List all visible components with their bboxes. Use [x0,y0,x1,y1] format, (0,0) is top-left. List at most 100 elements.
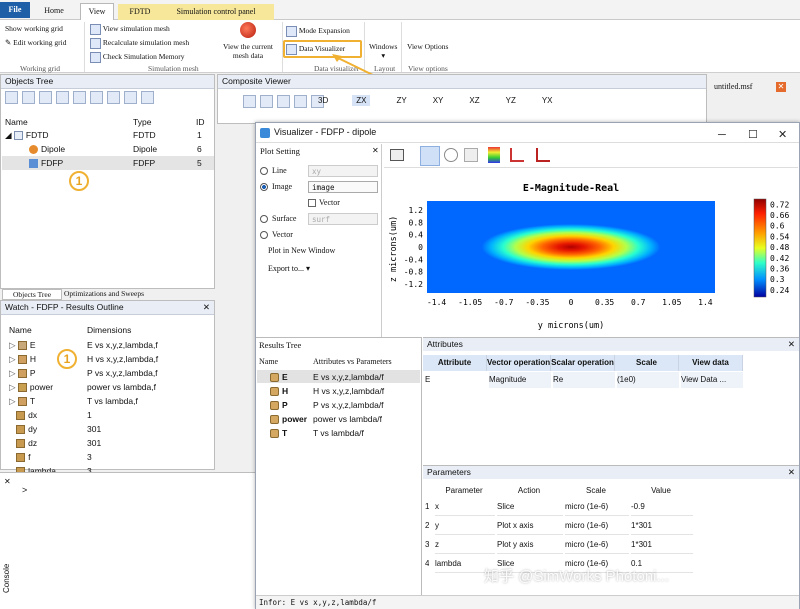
plot-in-new-window-button[interactable]: Plot in New Window [268,246,335,255]
tab-simulation-control-panel[interactable]: Simulation control panel [162,4,270,21]
fdtd-icon [13,131,23,141]
zoom-fit-icon[interactable] [294,95,307,108]
maximize-icon[interactable]: ☐ [748,126,758,145]
close-icon[interactable]: ✕ [788,338,795,351]
tab-home[interactable]: Home [38,3,70,20]
view-simulation-mesh-button[interactable]: View simulation mesh [90,24,170,35]
view-options-button[interactable]: View Options [407,42,448,51]
results-tree-title: Results Tree [259,340,302,350]
file-tab-untitled[interactable]: untitled.msf [714,82,752,91]
watch-row-7[interactable]: dz [9,437,37,450]
close-icon[interactable]: ✕ [788,466,795,479]
view-xy-button[interactable]: XY [433,96,444,105]
refresh-icon[interactable] [141,91,154,104]
watch-row-0[interactable]: ▷ E [9,339,36,352]
view-xz-button[interactable]: XZ [469,96,479,105]
radio-surface[interactable]: Surface [260,214,296,224]
tab-optimizations[interactable]: Optimizations and Sweeps [64,289,174,300]
check-simulation-memory-button[interactable]: Check Simulation Memory [90,52,185,63]
console-panel[interactable]: Console ✕ > [0,472,255,609]
watch-row-3[interactable]: ▷ power [9,381,53,394]
watch-row-4[interactable]: ▷ T [9,395,35,408]
edit-working-grid-button[interactable]: ✎ Edit working grid [5,38,67,47]
close-icon[interactable]: ✕ [776,82,786,92]
vector-checkbox[interactable]: Vector [308,198,340,208]
move-up-icon[interactable] [22,91,35,104]
filter-icon[interactable] [90,91,103,104]
zoom-in-icon[interactable] [420,146,440,166]
colorbar-tick-label: 0.54 [770,232,789,241]
tree-row-fdtd[interactable]: ◢ FDTD [5,129,213,142]
result-row-0[interactable]: E [270,371,288,384]
view-yz-button[interactable]: YZ [506,96,516,105]
print-icon[interactable] [390,149,404,161]
recalculate-mesh-button[interactable]: Recalculate simulation mesh [90,38,189,49]
param-cell[interactable]: Plot x axis [497,518,563,535]
data-cursor-icon[interactable] [510,148,524,162]
param-cell[interactable]: Plot y axis [497,537,563,554]
param-cell[interactable]: micro (1e-6) [565,499,629,516]
gear-icon[interactable] [107,91,120,104]
mode-expansion-button[interactable]: Mode Expansion [286,26,350,37]
result-row-3[interactable]: power [270,413,307,426]
attributes-panel: Attributes ✕ Attribute Vector operation Sca… [423,337,799,465]
close-icon[interactable]: ✕ [203,301,210,314]
image-select[interactable]: image [308,181,378,193]
tree-icon[interactable] [5,91,18,104]
hand-icon[interactable] [243,95,256,108]
close-icon[interactable]: ✕ [4,477,11,486]
zoom-out-icon[interactable] [277,95,290,108]
view-zx-button[interactable]: ZX [352,95,371,106]
chevron-down-icon: ◢ [5,130,14,140]
result-row-4[interactable]: T [270,427,287,440]
pointer-icon[interactable] [226,95,239,108]
attr-cell[interactable]: View Data ... [681,372,743,388]
param-cell[interactable]: 1*301 [631,537,693,554]
watch-row-dims: 1 [87,410,92,420]
param-cell[interactable]: -0.9 [631,499,693,516]
param-row-index: 3 [425,540,430,549]
watch-row-5[interactable]: dx [9,409,37,422]
view-yx-button[interactable]: YX [542,96,553,105]
watch-row-8[interactable]: f [9,451,30,464]
radio-line[interactable]: Line [260,166,287,176]
pin-icon[interactable] [124,91,137,104]
view-zy-button[interactable]: ZY [396,96,406,105]
result-row-2[interactable]: P [270,399,288,412]
composite-viewer-panel: Composite Viewer 3D ZX ZY XY XZ YZ YX [217,74,707,124]
sort-icon[interactable] [73,91,86,104]
param-cell[interactable]: micro (1e-6) [565,537,629,554]
close-icon[interactable]: ✕ [778,126,787,145]
surface-select[interactable]: surf [308,213,378,225]
zoom-out-icon[interactable] [444,148,458,162]
watch-row-2[interactable]: ▷ P [9,367,36,380]
tab-objects-tree[interactable]: Objects Tree [2,289,62,300]
move-down-icon[interactable] [39,91,52,104]
tab-view[interactable]: View [80,3,114,20]
zoom-in-icon[interactable] [260,95,273,108]
watch-row-name: dx [28,410,38,420]
param-cell[interactable]: Slice [497,499,563,516]
line-select[interactable]: xy [308,165,378,177]
export-to-button[interactable]: Export to... ▾ [268,264,310,273]
view-current-mesh-data-button[interactable]: View the current mesh data [216,42,280,60]
tree-row-fdfp[interactable]: FDFP [29,157,63,170]
close-icon[interactable]: ✕ [372,146,379,155]
watch-row-1[interactable]: ▷ H [9,353,36,366]
result-row-1[interactable]: H [270,385,288,398]
minimize-icon[interactable]: ─ [718,126,726,145]
tree-row-dipole[interactable]: Dipole [29,143,65,156]
tab-file[interactable]: File [0,2,30,18]
radio-vector[interactable]: Vector [260,230,293,240]
axes-icon[interactable] [536,148,550,162]
watch-row-6[interactable]: dy [9,423,37,436]
pan-icon[interactable] [464,148,478,162]
colormap-icon[interactable] [488,147,500,163]
tab-fdtd[interactable]: FDTD [126,4,154,21]
show-working-grid-button[interactable]: Show working grid [5,24,63,33]
param-cell[interactable]: micro (1e-6) [565,518,629,535]
view-3d-button[interactable]: 3D [318,96,328,105]
id-icon[interactable] [56,91,69,104]
radio-image[interactable]: Image [260,182,292,192]
param-cell[interactable]: 1*301 [631,518,693,535]
